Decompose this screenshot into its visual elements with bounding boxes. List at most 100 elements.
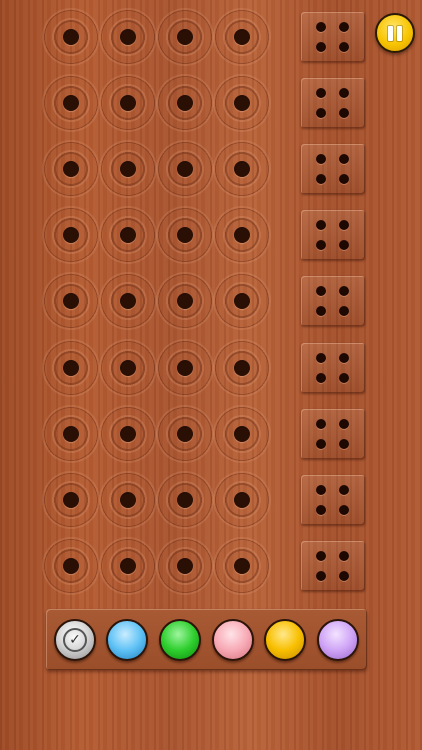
peg-hole[interactable] xyxy=(156,339,214,397)
peg-hole-center xyxy=(234,558,250,574)
feedback-peg-hole xyxy=(316,571,326,581)
pause-button[interactable] xyxy=(375,13,415,53)
feedback-peg-hole xyxy=(339,220,349,230)
peg-hole-center xyxy=(234,492,250,508)
peg-hole[interactable] xyxy=(156,471,214,529)
peg-hole[interactable] xyxy=(99,206,157,264)
feedback-peg-hole xyxy=(316,286,326,296)
peg-hole-center xyxy=(234,426,250,442)
peg-hole[interactable] xyxy=(99,140,157,198)
peg-hole[interactable] xyxy=(156,74,214,132)
peg-hole-center xyxy=(120,293,136,309)
feedback-peg-hole xyxy=(316,439,326,449)
guess-row-3 xyxy=(0,140,422,200)
peg-hole-center xyxy=(63,293,79,309)
peg-hole-center xyxy=(234,29,250,45)
feedback-peg-hole xyxy=(339,571,349,581)
peg-hole[interactable] xyxy=(99,74,157,132)
peg-hole[interactable] xyxy=(213,471,271,529)
color-ball-violet[interactable] xyxy=(317,619,359,661)
peg-hole[interactable] xyxy=(99,471,157,529)
feedback-box xyxy=(301,343,365,393)
peg-hole[interactable] xyxy=(156,537,214,595)
peg-hole-center xyxy=(234,227,250,243)
peg-hole[interactable] xyxy=(42,339,100,397)
peg-hole-center xyxy=(177,29,193,45)
color-ball-yellow[interactable] xyxy=(264,619,306,661)
peg-hole[interactable] xyxy=(156,140,214,198)
color-ball-blue[interactable] xyxy=(106,619,148,661)
feedback-peg-hole xyxy=(316,240,326,250)
peg-hole[interactable] xyxy=(213,339,271,397)
peg-hole-center xyxy=(234,360,250,376)
feedback-peg-hole xyxy=(316,373,326,383)
peg-hole[interactable] xyxy=(42,8,100,66)
feedback-box xyxy=(301,12,365,62)
peg-hole-center xyxy=(63,360,79,376)
feedback-box xyxy=(301,541,365,591)
peg-hole-center xyxy=(63,95,79,111)
feedback-box xyxy=(301,409,365,459)
peg-hole[interactable] xyxy=(213,140,271,198)
peg-hole[interactable] xyxy=(213,8,271,66)
peg-hole-center xyxy=(177,161,193,177)
peg-hole[interactable] xyxy=(99,405,157,463)
color-ball-green[interactable] xyxy=(159,619,201,661)
peg-hole[interactable] xyxy=(213,272,271,330)
peg-hole[interactable] xyxy=(42,206,100,264)
peg-hole[interactable] xyxy=(42,272,100,330)
peg-hole-center xyxy=(63,227,79,243)
peg-hole[interactable] xyxy=(99,272,157,330)
peg-hole-center xyxy=(177,360,193,376)
peg-hole-center xyxy=(234,161,250,177)
peg-hole[interactable] xyxy=(99,8,157,66)
peg-hole[interactable] xyxy=(99,339,157,397)
peg-hole[interactable] xyxy=(156,8,214,66)
peg-hole-center xyxy=(120,558,136,574)
peg-hole-center xyxy=(120,492,136,508)
feedback-peg-hole xyxy=(339,505,349,515)
feedback-peg-hole xyxy=(339,240,349,250)
peg-hole[interactable] xyxy=(156,405,214,463)
peg-hole[interactable] xyxy=(156,206,214,264)
feedback-box xyxy=(301,276,365,326)
feedback-peg-hole xyxy=(339,108,349,118)
peg-hole-center xyxy=(177,227,193,243)
feedback-peg-hole xyxy=(339,439,349,449)
peg-hole[interactable] xyxy=(42,140,100,198)
check-button[interactable]: ✓ xyxy=(54,619,96,661)
color-palette: ✓ xyxy=(46,609,367,670)
feedback-peg-hole xyxy=(316,220,326,230)
feedback-peg-hole xyxy=(339,551,349,561)
feedback-box xyxy=(301,475,365,525)
peg-hole-center xyxy=(120,227,136,243)
peg-hole[interactable] xyxy=(213,74,271,132)
feedback-peg-hole xyxy=(316,419,326,429)
guess-row-1 xyxy=(0,8,422,68)
peg-hole[interactable] xyxy=(42,405,100,463)
peg-hole[interactable] xyxy=(42,471,100,529)
peg-hole[interactable] xyxy=(99,537,157,595)
pause-icon xyxy=(388,26,393,41)
feedback-box xyxy=(301,144,365,194)
peg-hole-center xyxy=(120,95,136,111)
guess-row-4 xyxy=(0,206,422,266)
peg-hole[interactable] xyxy=(156,272,214,330)
color-ball-pink[interactable] xyxy=(212,619,254,661)
peg-hole[interactable] xyxy=(42,74,100,132)
guess-row-8 xyxy=(0,471,422,531)
guess-row-7 xyxy=(0,405,422,465)
peg-hole[interactable] xyxy=(213,206,271,264)
peg-hole[interactable] xyxy=(213,537,271,595)
checkmark-icon: ✓ xyxy=(63,628,87,652)
peg-hole[interactable] xyxy=(42,537,100,595)
peg-hole-center xyxy=(177,492,193,508)
peg-hole-center xyxy=(63,29,79,45)
guess-row-5 xyxy=(0,272,422,332)
guess-row-9 xyxy=(0,537,422,597)
peg-hole[interactable] xyxy=(213,405,271,463)
peg-hole-center xyxy=(177,95,193,111)
peg-hole-center xyxy=(63,161,79,177)
feedback-peg-hole xyxy=(316,551,326,561)
peg-hole-center xyxy=(177,293,193,309)
